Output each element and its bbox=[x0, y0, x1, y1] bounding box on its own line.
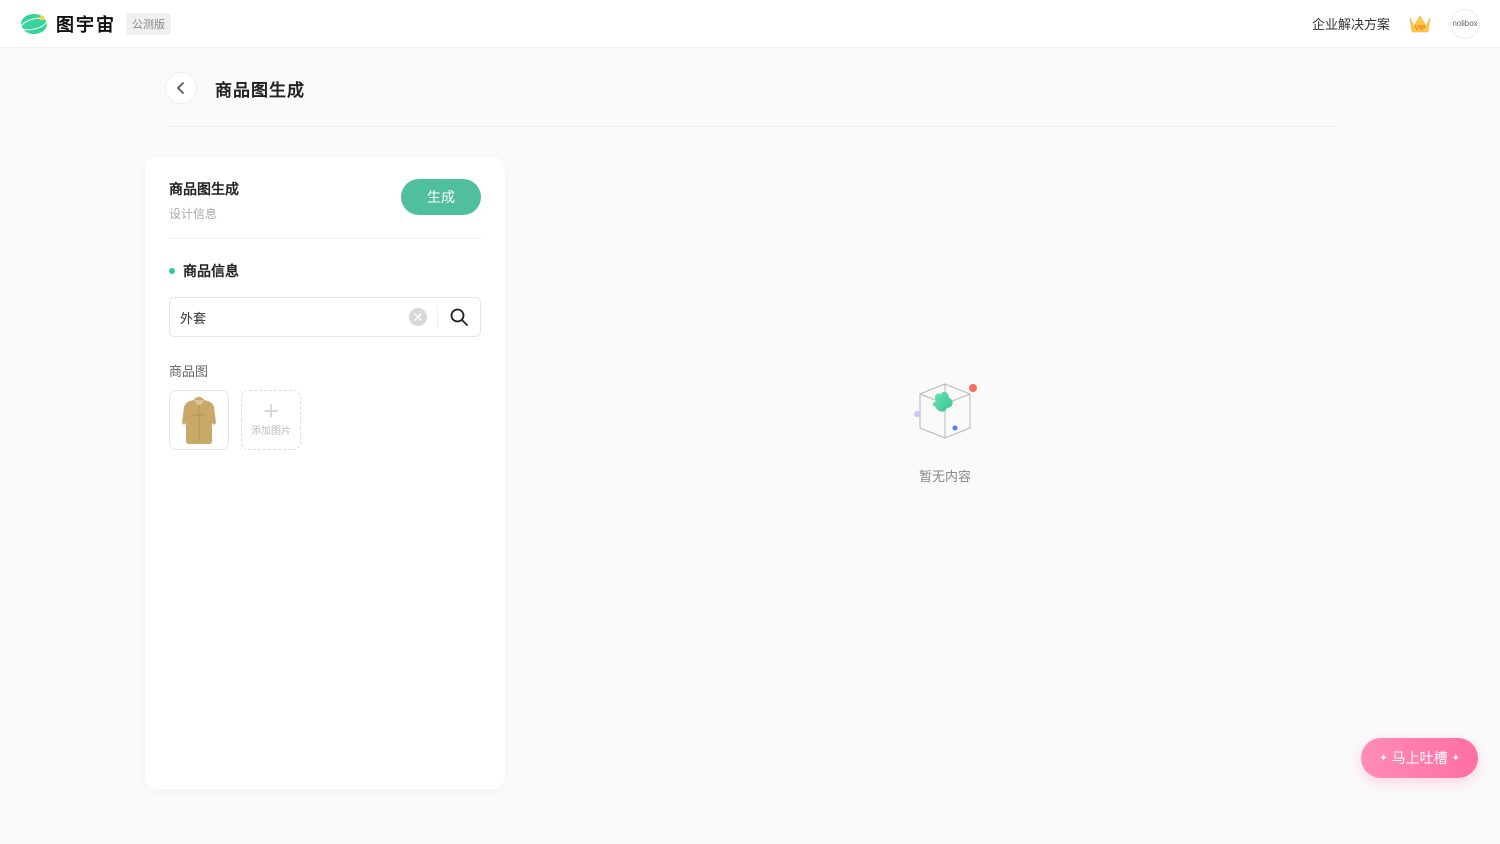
logo[interactable]: 图宇宙 bbox=[20, 10, 116, 38]
feedback-button[interactable]: ✦ 马上吐槽 ✦ bbox=[1361, 738, 1478, 778]
generate-button[interactable]: 生成 bbox=[401, 179, 481, 215]
search-button[interactable] bbox=[448, 306, 470, 328]
panel-subtitle: 设计信息 bbox=[169, 205, 239, 222]
settings-panel: 商品图生成 设计信息 生成 商品信息 bbox=[145, 157, 505, 789]
back-button[interactable] bbox=[165, 72, 197, 104]
empty-box-icon bbox=[905, 372, 985, 450]
section-label-text: 商品信息 bbox=[183, 261, 239, 281]
empty-text: 暂无内容 bbox=[919, 466, 971, 485]
product-image-thumb[interactable] bbox=[169, 390, 229, 450]
page-title: 商品图生成 bbox=[215, 76, 305, 101]
header-left: 图宇宙 公测版 bbox=[20, 10, 171, 38]
enterprise-link[interactable]: 企业解决方案 bbox=[1312, 14, 1390, 33]
section-label: 商品信息 bbox=[169, 261, 481, 281]
app-name: 图宇宙 bbox=[56, 11, 116, 37]
result-area: 暂无内容 bbox=[535, 157, 1355, 789]
avatar-label: nolibox bbox=[1452, 19, 1477, 28]
main: 商品图生成 商品图生成 设计信息 生成 商品信息 bbox=[0, 48, 1500, 789]
sparkle-right-icon: ✦ bbox=[1452, 753, 1460, 764]
product-name-input[interactable] bbox=[180, 310, 409, 325]
app-header: 图宇宙 公测版 企业解决方案 VIP nolibox bbox=[0, 0, 1500, 48]
product-name-input-row bbox=[169, 297, 481, 337]
bullet-icon bbox=[169, 268, 175, 274]
panel-title: 商品图生成 bbox=[169, 179, 239, 199]
logo-icon bbox=[20, 10, 48, 38]
avatar[interactable]: nolibox bbox=[1450, 9, 1480, 39]
sparkle-left-icon: ✦ bbox=[1379, 753, 1387, 764]
panel-header: 商品图生成 设计信息 生成 bbox=[169, 179, 481, 239]
add-image-label: 添加图片 bbox=[251, 422, 291, 437]
breadcrumb: 商品图生成 bbox=[165, 72, 1335, 126]
chevron-left-icon bbox=[174, 81, 188, 95]
divider bbox=[437, 307, 438, 327]
search-icon bbox=[449, 307, 469, 327]
header-right: 企业解决方案 VIP nolibox bbox=[1312, 9, 1480, 39]
content: 商品图生成 设计信息 生成 商品信息 bbox=[0, 127, 1500, 789]
image-thumbs: 添加图片 bbox=[169, 390, 481, 450]
plus-icon bbox=[264, 404, 278, 418]
add-image-button[interactable]: 添加图片 bbox=[241, 390, 301, 450]
close-icon bbox=[414, 313, 422, 321]
beta-badge: 公测版 bbox=[126, 13, 171, 35]
feedback-label: 马上吐槽 bbox=[1392, 748, 1448, 768]
clear-button[interactable] bbox=[409, 308, 427, 326]
svg-text:VIP: VIP bbox=[1414, 25, 1426, 32]
image-field-label: 商品图 bbox=[169, 361, 481, 380]
coat-thumbnail-icon bbox=[174, 393, 224, 447]
vip-icon[interactable]: VIP bbox=[1406, 12, 1434, 36]
empty-state: 暂无内容 bbox=[905, 372, 985, 485]
